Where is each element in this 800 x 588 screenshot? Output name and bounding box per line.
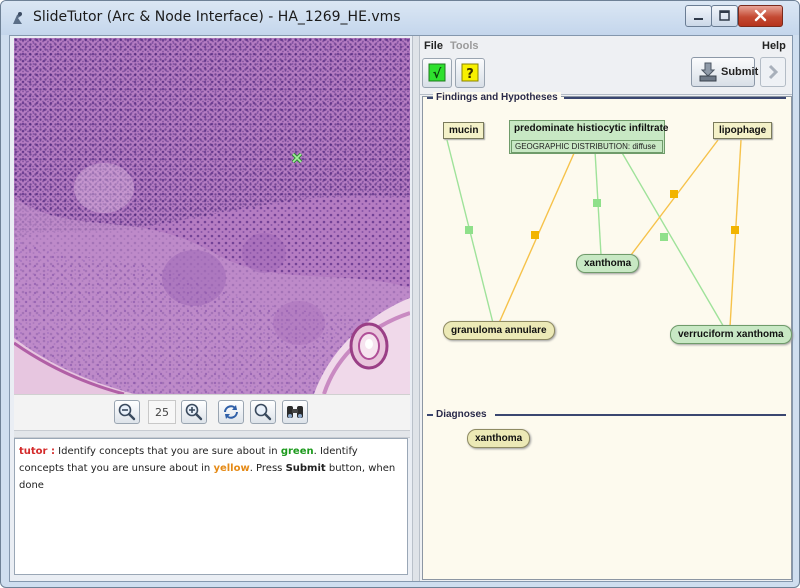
diagnoses-rule-right — [495, 414, 786, 416]
close-icon — [754, 9, 767, 22]
support-link-infiltrate-verruciform — [620, 150, 726, 330]
binoculars-icon — [287, 406, 303, 418]
diagnoses-title: Diagnoses — [433, 409, 490, 420]
refute-marker-lipophage-xanthoma[interactable] — [670, 190, 678, 198]
concept-toolbar: √ ? Submit — [420, 56, 792, 95]
support-marker-mucin-granuloma[interactable] — [465, 226, 473, 234]
tutor-text-1: Identify concepts that you are sure abou… — [54, 446, 281, 457]
zoom-out-button[interactable] — [114, 400, 140, 424]
tutor-keyword-yellow: yellow — [213, 463, 250, 474]
findings-rule-right — [564, 97, 786, 99]
concept-pane: File Tools Help √ ? Submit Findings and … — [420, 36, 792, 581]
title-bar: SlideTutor (Arc & Node Interface) - HA_1… — [1, 1, 799, 35]
support-marker-infiltrate-verruciform[interactable] — [660, 233, 668, 241]
next-button[interactable] — [760, 57, 786, 87]
maximize-button[interactable] — [711, 5, 738, 27]
magnifier-button[interactable] — [250, 400, 276, 424]
confirm-glyph: √ — [433, 67, 442, 82]
question-button[interactable]: ? — [455, 58, 485, 88]
slide-image[interactable] — [14, 38, 410, 394]
concept-workspace[interactable]: Findings and Hypotheses mucin predominat… — [422, 92, 792, 580]
question-icon: ? — [461, 63, 479, 82]
zoom-out-icon — [118, 403, 136, 421]
menu-file[interactable]: File — [424, 40, 443, 52]
zoom-in-icon — [185, 403, 203, 421]
rotate-button[interactable] — [218, 400, 244, 424]
rotate-icon — [224, 405, 238, 419]
zoom-in-button[interactable] — [181, 400, 207, 424]
tutor-label: tutor : — [19, 446, 55, 457]
attribute-geographic-distribution[interactable]: GEOGRAPHIC DISTRIBUTION: diffuse — [511, 140, 663, 153]
submit-tray-icon — [699, 62, 717, 82]
slide-pane: 25 tutor: Identify concepts that you ar… — [14, 38, 410, 578]
minimize-icon — [694, 18, 703, 20]
tutor-message-panel: tutor : Identify concepts that you are s… — [14, 438, 408, 575]
maximize-icon — [719, 10, 730, 21]
finding-label-infiltrate: predominate histiocytic infiltrate — [514, 123, 669, 134]
minimize-button[interactable] — [685, 5, 712, 27]
refute-marker-infiltrate-granuloma[interactable] — [531, 231, 539, 239]
vertical-splitter[interactable] — [412, 36, 420, 581]
refute-marker-lipophage-verruciform[interactable] — [731, 226, 739, 234]
checkmark-icon: √ — [428, 63, 446, 82]
finding-node-mucin[interactable]: mucin — [443, 122, 485, 139]
hypothesis-node-verruciform-xanthoma[interactable]: verruciform xanthoma — [670, 325, 792, 344]
zoom-level-field[interactable]: 25 — [148, 400, 176, 424]
next-arrow-icon — [768, 64, 779, 80]
slide-viewer[interactable] — [14, 38, 410, 394]
tutor-keyword-submit: Submit — [285, 463, 326, 474]
window-title: SlideTutor (Arc & Node Interface) - HA_1… — [33, 9, 401, 25]
diagnosis-node-xanthoma[interactable]: xanthoma — [467, 429, 531, 448]
menu-help[interactable]: Help — [762, 40, 786, 52]
finding-node-lipophage[interactable]: lipophage — [713, 122, 773, 139]
submit-label: Submit — [721, 66, 759, 78]
support-marker-infiltrate-xanthoma[interactable] — [593, 199, 601, 207]
menu-bar: File Tools Help — [420, 36, 792, 56]
tutor-text-3: . Press — [249, 463, 286, 474]
submit-button[interactable]: Submit — [691, 57, 759, 87]
hypothesis-node-xanthoma[interactable]: xanthoma — [576, 254, 640, 273]
app-logo-icon — [13, 12, 22, 24]
confirm-button[interactable]: √ — [422, 58, 452, 88]
binoculars-button[interactable] — [282, 400, 308, 424]
close-button[interactable] — [738, 5, 783, 27]
magnifier-icon — [254, 403, 272, 421]
horizontal-splitter[interactable] — [14, 430, 410, 438]
client-area: 25 tutor: Identify concepts that you ar… — [9, 35, 793, 582]
question-glyph: ? — [466, 67, 474, 82]
menu-tools[interactable]: Tools — [450, 40, 479, 52]
findings-title: Findings and Hypotheses — [433, 92, 561, 103]
app-window: SlideTutor (Arc & Node Interface) - HA_1… — [0, 0, 800, 588]
tutor-keyword-green: green — [280, 446, 314, 457]
hypothesis-node-granuloma-annulare[interactable]: granuloma annulare — [443, 321, 555, 340]
slide-toolbar: 25 — [14, 394, 410, 431]
